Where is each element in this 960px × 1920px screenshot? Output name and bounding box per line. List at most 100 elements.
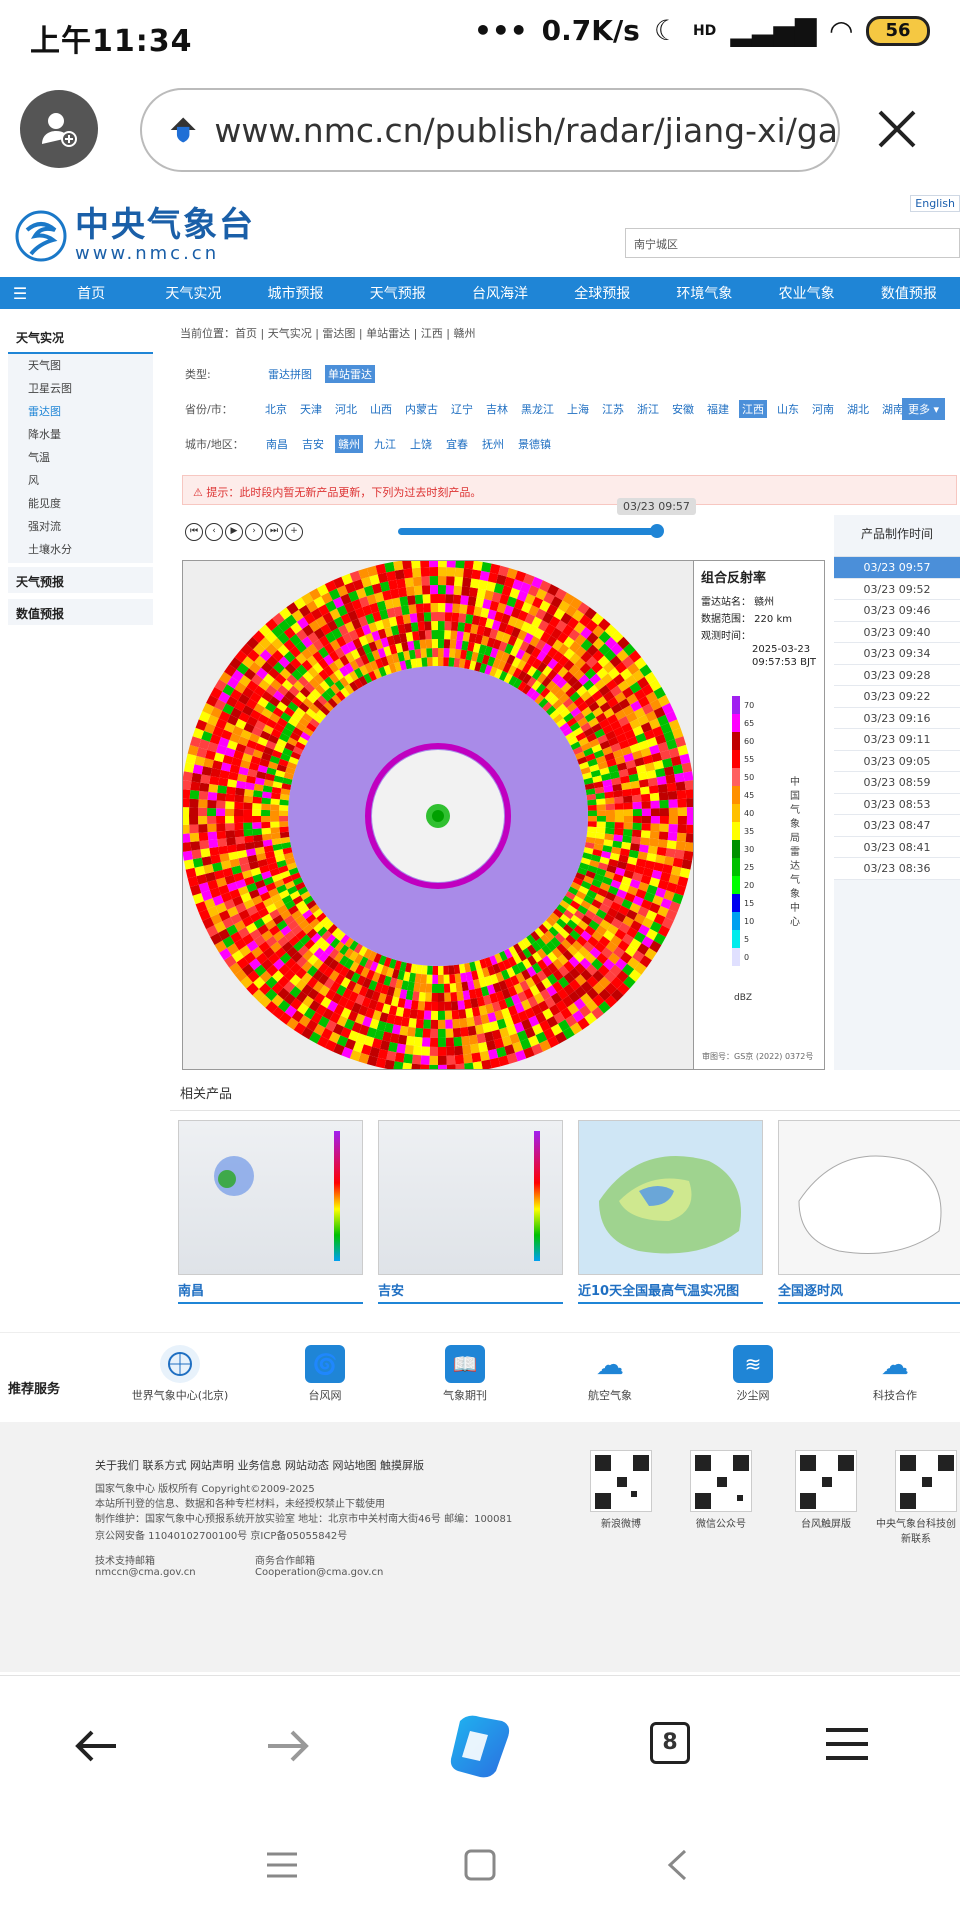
sidebar-item[interactable]: 能见度 [8, 492, 153, 515]
service-item[interactable]: 🌀 台风网 [270, 1345, 380, 1403]
sidebar-item[interactable]: 强对流 [8, 515, 153, 538]
nav-item[interactable]: 首页 [40, 283, 142, 303]
province-option[interactable]: 山东 [774, 400, 802, 418]
time-item[interactable]: 03/23 08:41 [834, 836, 960, 858]
related-label[interactable]: 近10天全国最高气温实况图 [578, 1280, 763, 1304]
time-item[interactable]: 03/23 08:59 [834, 772, 960, 794]
time-item-selected[interactable]: 03/23 09:57 [834, 557, 960, 579]
service-item[interactable]: 📖 气象期刊 [410, 1345, 520, 1403]
play-icon[interactable]: ▶ [225, 523, 243, 541]
province-option[interactable]: 北京 [262, 400, 290, 418]
city-option[interactable]: 宜春 [443, 435, 471, 453]
nav-item[interactable]: 天气实况 [142, 283, 244, 303]
city-option[interactable]: 景德镇 [515, 435, 554, 453]
time-slider-handle[interactable] [650, 524, 664, 538]
sidebar-head-numerical[interactable]: 数值预报 [8, 599, 153, 625]
service-item[interactable]: ≋ 沙尘网 [698, 1345, 808, 1403]
type-option-selected[interactable]: 单站雷达 [325, 365, 375, 383]
province-option[interactable]: 河北 [332, 400, 360, 418]
time-item[interactable]: 03/23 09:22 [834, 686, 960, 708]
site-logo[interactable]: 中央气象台 www.nmc.cn [15, 207, 255, 264]
footer-links[interactable]: 关于我们 联系方式 网站声明 业务信息 网站动态 网站地图 触摸屏版 [95, 1457, 424, 1473]
time-item[interactable]: 03/23 08:47 [834, 815, 960, 837]
city-option[interactable]: 吉安 [299, 435, 327, 453]
type-option[interactable]: 雷达拼图 [265, 365, 315, 383]
time-item[interactable]: 03/23 08:53 [834, 793, 960, 815]
next-frame-icon[interactable]: › [245, 523, 263, 541]
related-label[interactable]: 南昌 [178, 1280, 363, 1304]
time-item[interactable]: 03/23 09:11 [834, 729, 960, 751]
province-option[interactable]: 河南 [809, 400, 837, 418]
sidebar-item[interactable]: 降水量 [8, 423, 153, 446]
related-thumb[interactable] [178, 1120, 363, 1275]
province-option[interactable]: 内蒙古 [402, 400, 441, 418]
sidebar-item[interactable]: 天气图 [8, 354, 153, 377]
time-item[interactable]: 03/23 09:16 [834, 707, 960, 729]
copilot-icon[interactable] [440, 1711, 520, 1781]
time-slider[interactable] [398, 528, 658, 535]
city-option[interactable]: 九江 [371, 435, 399, 453]
close-icon[interactable] [872, 104, 922, 154]
province-option[interactable]: 浙江 [634, 400, 662, 418]
last-frame-icon[interactable]: ⏭ [265, 523, 283, 541]
time-item[interactable]: 03/23 09:34 [834, 643, 960, 665]
prev-frame-icon[interactable]: ‹ [205, 523, 223, 541]
province-option[interactable]: 山西 [367, 400, 395, 418]
related-thumb[interactable] [578, 1120, 763, 1275]
first-frame-icon[interactable]: ⏮ [185, 523, 203, 541]
service-item[interactable]: ☁ 科技合作 [840, 1345, 950, 1403]
time-item[interactable]: 03/23 09:05 [834, 750, 960, 772]
related-label[interactable]: 吉安 [378, 1280, 563, 1304]
time-item[interactable]: 03/23 09:28 [834, 664, 960, 686]
time-item[interactable]: 03/23 09:52 [834, 578, 960, 600]
address-bar[interactable]: www.nmc.cn/publish/radar/jiang-xi/ga [140, 88, 840, 172]
province-option[interactable]: 安徽 [669, 400, 697, 418]
nav-item[interactable]: 城市预报 [244, 283, 346, 303]
city-option[interactable]: 上饶 [407, 435, 435, 453]
related-label[interactable]: 全国逐时风 [778, 1280, 960, 1304]
forward-arrow-icon[interactable] [262, 1726, 312, 1766]
time-item[interactable]: 03/23 09:40 [834, 621, 960, 643]
nav-item[interactable]: 天气预报 [347, 283, 449, 303]
province-option-selected[interactable]: 江西 [739, 400, 767, 418]
tech-mail[interactable]: nmccn@cma.gov.cn [95, 1567, 196, 1578]
related-thumb[interactable] [378, 1120, 563, 1275]
city-option[interactable]: 南昌 [263, 435, 291, 453]
english-link[interactable]: English [910, 195, 960, 212]
sidebar-head-forecast[interactable]: 天气预报 [8, 567, 153, 593]
province-option[interactable]: 江苏 [599, 400, 627, 418]
province-option[interactable]: 天津 [297, 400, 325, 418]
sidebar-item[interactable]: 气温 [8, 446, 153, 469]
biz-mail[interactable]: Cooperation@cma.gov.cn [255, 1567, 383, 1578]
sidebar-head-observation[interactable]: 天气实况 [8, 323, 153, 354]
province-option[interactable]: 湖北 [844, 400, 872, 418]
zoom-in-icon[interactable]: + [285, 523, 303, 541]
province-option[interactable]: 上海 [564, 400, 592, 418]
sidebar-item-radar[interactable]: 雷达图 [8, 400, 153, 423]
nav-item[interactable]: 数值预报 [858, 283, 960, 303]
menu-icon[interactable]: ☰ [0, 284, 40, 303]
city-option-selected[interactable]: 赣州 [335, 435, 363, 453]
province-option[interactable]: 辽宁 [448, 400, 476, 418]
city-option[interactable]: 抚州 [479, 435, 507, 453]
province-option[interactable]: 吉林 [483, 400, 511, 418]
nav-item[interactable]: 台风海洋 [449, 283, 551, 303]
related-thumb[interactable] [778, 1120, 960, 1275]
nav-item[interactable]: 农业气象 [756, 283, 858, 303]
system-back-icon[interactable] [665, 1848, 689, 1882]
recents-icon[interactable] [265, 1850, 299, 1880]
sidebar-item[interactable]: 卫星云图 [8, 377, 153, 400]
province-option[interactable]: 黑龙江 [518, 400, 557, 418]
profile-icon[interactable] [20, 90, 98, 168]
time-item[interactable]: 03/23 08:36 [834, 858, 960, 880]
hamburger-icon[interactable] [822, 1724, 872, 1764]
time-item[interactable]: 03/23 09:46 [834, 600, 960, 622]
more-provinces-button[interactable]: 更多 ▾ [901, 398, 945, 420]
sidebar-item[interactable]: 风 [8, 469, 153, 492]
service-item[interactable]: ☁ 航空气象 [555, 1345, 665, 1403]
sidebar-item[interactable]: 土壤水分 [8, 538, 153, 561]
tab-count[interactable]: 8 [650, 1722, 690, 1764]
nav-item[interactable]: 环境气象 [653, 283, 755, 303]
nav-item[interactable]: 全球预报 [551, 283, 653, 303]
service-item[interactable]: 世界气象中心(北京) [125, 1345, 235, 1403]
